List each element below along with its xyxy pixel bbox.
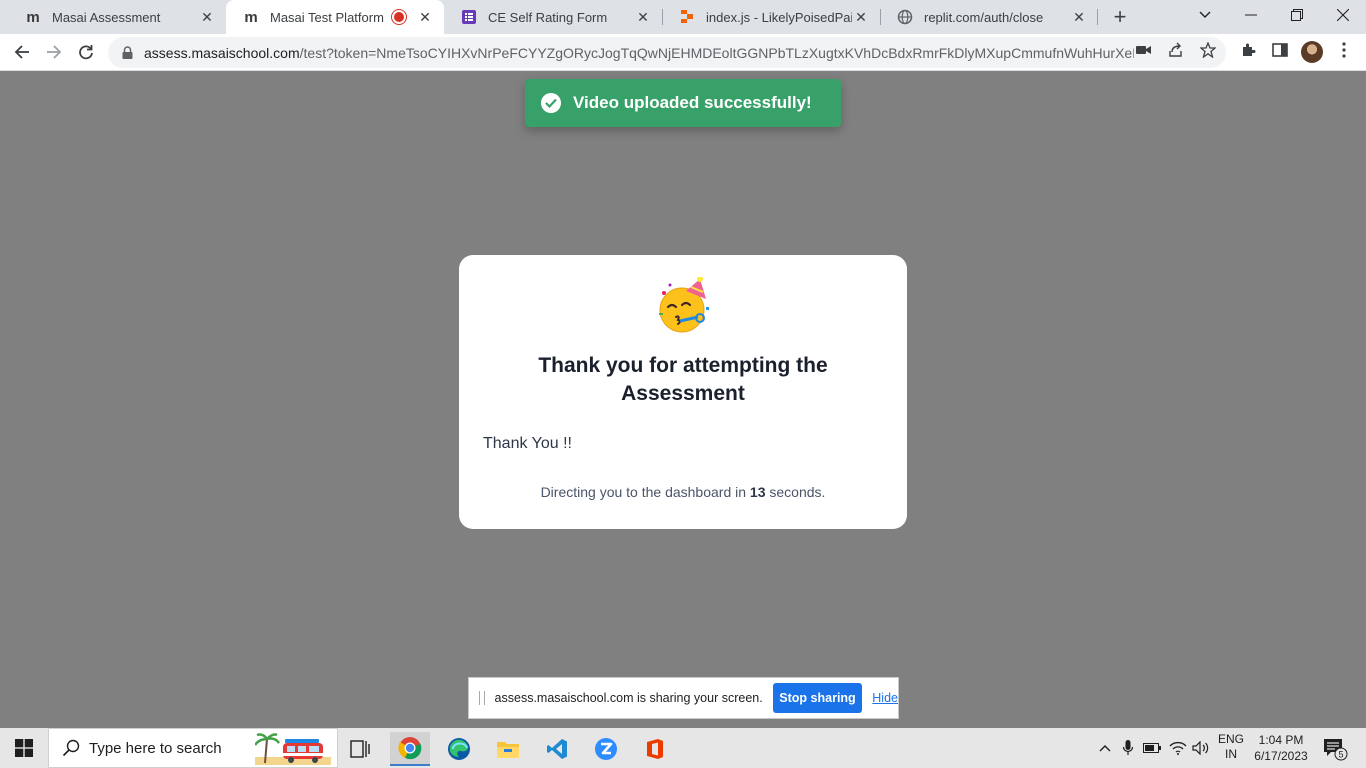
screen-share-bar: assess.masaischool.com is sharing your s… <box>468 677 899 719</box>
zoom-taskbar-icon[interactable] <box>586 732 626 766</box>
notification-center-icon[interactable]: 5 <box>1320 736 1350 762</box>
dialog-title: Thank you for attempting the Assessment <box>538 354 828 405</box>
clock-date: 6/17/2023 <box>1254 749 1308 763</box>
check-circle-icon <box>541 93 561 113</box>
globe-icon <box>896 8 914 26</box>
countdown-seconds: 13 <box>749 484 766 500</box>
forward-button[interactable] <box>40 38 68 66</box>
sharing-message: assess.masaischool.com is sharing your s… <box>494 691 763 705</box>
chrome-taskbar-icon[interactable] <box>390 732 430 766</box>
file-explorer-icon[interactable] <box>488 732 528 766</box>
camera-in-use-icon[interactable] <box>1134 40 1154 60</box>
replit-icon <box>678 8 696 26</box>
tab-divider <box>1097 9 1098 25</box>
party-face-icon <box>659 277 709 333</box>
drag-handle-icon[interactable] <box>479 691 485 705</box>
edge-taskbar-icon[interactable] <box>439 732 479 766</box>
show-hidden-icons-chevron-icon[interactable] <box>1096 736 1114 760</box>
close-icon[interactable]: ✕ <box>198 8 216 26</box>
search-icon <box>61 738 81 758</box>
tab-title: CE Self Rating Form <box>488 9 608 25</box>
close-window-button[interactable] <box>1320 0 1366 30</box>
url-text: assess.masaischool.com/test?token=NmeTso… <box>144 44 1134 61</box>
clock-time: 1:04 PM <box>1258 733 1304 747</box>
tab-masai-test-platform[interactable]: m Masai Test Platform ✕ <box>226 0 444 34</box>
completion-dialog: Thank you for attempting the Assessment … <box>459 255 907 529</box>
dialog-body-text: Thank You !! <box>483 435 572 452</box>
tab-search-chevron-icon[interactable] <box>1182 0 1228 30</box>
tab-title: index.js - LikelyPoisedPaint - <box>706 9 852 25</box>
recording-icon <box>394 12 404 22</box>
hide-link[interactable]: Hide <box>872 691 898 705</box>
office-taskbar-icon[interactable] <box>635 732 675 766</box>
lock-icon[interactable] <box>120 46 134 60</box>
close-icon[interactable]: ✕ <box>416 8 434 26</box>
tab-replit-index[interactable]: index.js - LikelyPoisedPaint - ✕ <box>662 0 880 34</box>
system-clock[interactable]: 1:04 PM 6/17/2023 <box>1250 732 1312 764</box>
tab-title: Masai Test Platform <box>270 9 384 25</box>
extensions-icon[interactable] <box>1238 40 1258 60</box>
task-view-icon[interactable] <box>340 732 380 766</box>
toast-message: Video uploaded successfully! <box>573 93 812 112</box>
redirect-prefix: Directing you to the dashboard in <box>540 484 750 500</box>
language-code: ENG <box>1217 732 1244 746</box>
close-icon[interactable]: ✕ <box>1070 8 1088 26</box>
microphone-icon[interactable] <box>1120 736 1136 760</box>
search-placeholder: Type here to search <box>89 739 222 757</box>
share-icon[interactable] <box>1166 40 1186 60</box>
vscode-taskbar-icon[interactable] <box>537 732 577 766</box>
tab-replit-auth[interactable]: replit.com/auth/close ✕ <box>880 0 1098 34</box>
success-toast[interactable]: Video uploaded successfully! <box>525 79 841 127</box>
tab-ce-self-rating-form[interactable]: CE Self Rating Form ✕ <box>444 0 662 34</box>
wifi-icon[interactable] <box>1168 736 1188 760</box>
forms-icon <box>460 8 478 26</box>
tab-title: replit.com/auth/close <box>924 9 1044 25</box>
tab-masai-assessment[interactable]: m Masai Assessment ✕ <box>8 0 226 34</box>
back-button[interactable] <box>8 38 36 66</box>
browser-toolbar: assess.masaischool.com/test?token=NmeTso… <box>0 34 1366 71</box>
windows-taskbar: Type here to search ENG IN 1:04 PM 6/17/… <box>0 728 1366 768</box>
search-highlight-art-icon <box>255 733 331 765</box>
profile-avatar[interactable] <box>1301 41 1323 63</box>
tab-title: Masai Assessment <box>52 9 161 25</box>
redirect-suffix: seconds. <box>765 484 826 500</box>
volume-icon[interactable] <box>1190 736 1212 760</box>
masai-m-icon: m <box>244 8 258 26</box>
redirect-countdown: Directing you to the dashboard in 13 sec… <box>459 484 907 500</box>
more-menu-icon[interactable] <box>1334 40 1354 60</box>
new-tab-button[interactable]: + <box>1108 4 1132 29</box>
close-icon[interactable]: ✕ <box>852 8 870 26</box>
restore-button[interactable] <box>1274 0 1320 30</box>
address-bar[interactable]: assess.masaischool.com/test?token=NmeTso… <box>108 37 1226 68</box>
language-region: IN <box>1225 747 1237 761</box>
language-indicator[interactable]: ENG IN <box>1216 732 1246 762</box>
windows-start-icon[interactable] <box>0 728 48 768</box>
stop-sharing-button[interactable]: Stop sharing <box>772 683 863 713</box>
side-panel-icon[interactable] <box>1270 40 1290 60</box>
masai-m-icon: m <box>26 8 40 26</box>
notification-count: 5 <box>1338 750 1343 760</box>
tab-strip: m Masai Assessment ✕ m Masai Test Platfo… <box>0 0 1366 34</box>
close-icon[interactable]: ✕ <box>634 8 652 26</box>
minimize-button[interactable] <box>1228 0 1274 30</box>
reload-button[interactable] <box>72 38 100 66</box>
tab-divider <box>662 9 663 25</box>
battery-icon[interactable] <box>1142 736 1162 760</box>
tab-divider <box>880 9 881 25</box>
bookmark-star-icon[interactable] <box>1198 40 1218 60</box>
taskbar-search-box[interactable]: Type here to search <box>48 728 338 768</box>
